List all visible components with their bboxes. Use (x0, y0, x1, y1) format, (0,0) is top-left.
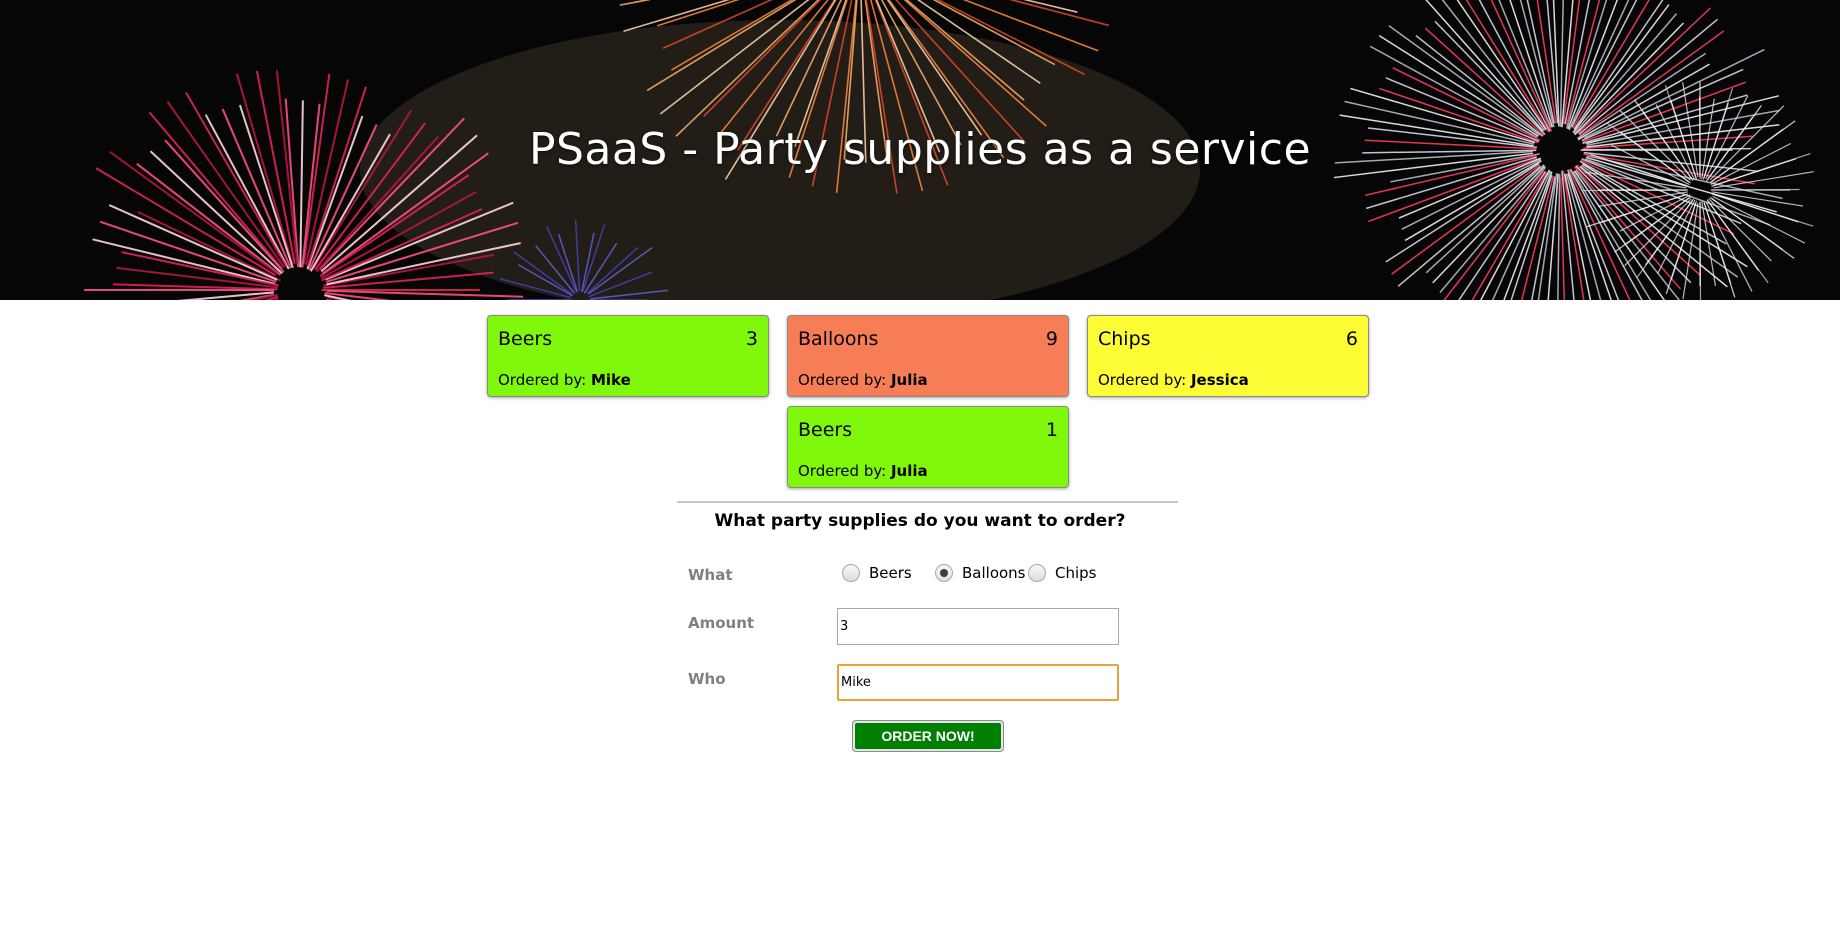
order-item-count: 1 (1045, 419, 1058, 441)
order-card: Balloons 9 Ordered by: Julia (787, 315, 1069, 397)
radio-option-balloons[interactable]: Balloons (935, 564, 1026, 582)
order-item-name: Beers (798, 419, 853, 441)
radio-button-icon[interactable] (935, 564, 953, 582)
radio-option-chips[interactable]: Chips (1028, 564, 1096, 582)
order-ordered-by: Ordered by: Julia (798, 371, 928, 389)
order-item-count: 6 (1345, 328, 1358, 350)
amount-label: Amount (688, 614, 755, 632)
who-input[interactable] (837, 664, 1119, 701)
order-card: Beers 3 Ordered by: Mike (487, 315, 769, 397)
radio-option-label: Balloons (962, 564, 1026, 582)
order-form-heading: What party supplies do you want to order… (714, 511, 1126, 531)
radio-option-beers[interactable]: Beers (842, 564, 912, 582)
order-customer-name: Julia (890, 371, 928, 389)
amount-input[interactable] (837, 608, 1119, 645)
order-card: Beers 1 Ordered by: Julia (787, 406, 1069, 488)
order-customer-name: Julia (890, 462, 928, 480)
order-ordered-by: Ordered by: Mike (498, 371, 631, 389)
order-item-count: 9 (1045, 328, 1058, 350)
page-title: PSaaS - Party supplies as a service (528, 124, 1312, 175)
radio-button-icon[interactable] (842, 564, 860, 582)
radio-button-icon[interactable] (1028, 564, 1046, 582)
order-item-name: Beers (498, 328, 553, 350)
order-now-button[interactable]: ORDER NOW! (852, 720, 1004, 752)
order-ordered-by: Ordered by: Julia (798, 462, 928, 480)
what-label: What (688, 566, 733, 584)
who-label: Who (688, 670, 726, 688)
order-now-label: ORDER NOW! (855, 723, 1001, 749)
divider (677, 501, 1178, 503)
radio-option-label: Beers (869, 564, 912, 582)
order-card: Chips 6 Ordered by: Jessica (1087, 315, 1369, 397)
order-item-count: 3 (745, 328, 758, 350)
radio-option-label: Chips (1055, 564, 1097, 582)
order-item-name: Chips (1098, 328, 1151, 350)
order-customer-name: Mike (590, 371, 631, 389)
order-ordered-by: Ordered by: Jessica (1098, 371, 1249, 389)
hero-banner: PSaaS - Party supplies as a service (0, 0, 1840, 300)
order-item-name: Balloons (798, 328, 879, 350)
order-customer-name: Jessica (1190, 371, 1249, 389)
